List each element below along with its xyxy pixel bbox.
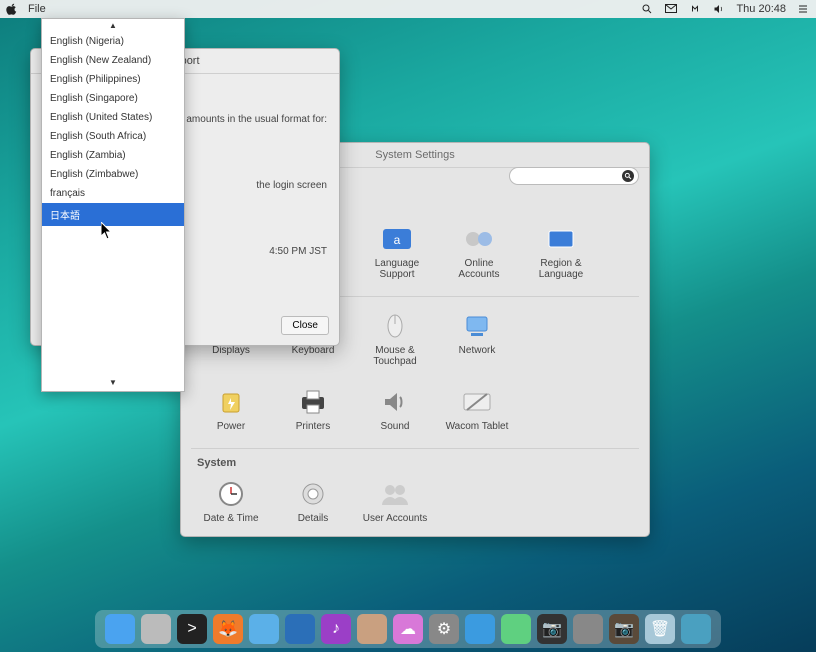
settings-search-input[interactable] (509, 167, 639, 185)
dropdown-item[interactable]: 日本語 (42, 203, 184, 226)
label: Network (459, 345, 496, 356)
dock-gear-icon[interactable]: ⚙ (429, 614, 459, 644)
wacom-icon (459, 387, 495, 417)
clock-menubar[interactable]: Thu 20:48 (736, 3, 786, 15)
dropdown-item[interactable]: English (South Africa) (42, 127, 184, 146)
settings-item-power[interactable]: Power (195, 387, 267, 432)
dropdown-item[interactable]: English (United States) (42, 108, 184, 127)
search-menubar-icon[interactable] (640, 2, 654, 16)
dropdown-item[interactable]: English (Philippines) (42, 70, 184, 89)
settings-item-date-time[interactable]: Date & Time (195, 479, 267, 524)
settings-row-hardware2: Power Printers Sound Wacom Tablet (191, 381, 639, 446)
dock-camera-dark-icon[interactable]: 📷 (537, 614, 567, 644)
label: Details (298, 513, 329, 524)
settings-item-details[interactable]: Details (277, 479, 349, 524)
dock-app-icon[interactable] (501, 614, 531, 644)
svg-text:a: a (394, 233, 401, 247)
network-icon (459, 311, 495, 341)
dock-sys-icon[interactable] (681, 614, 711, 644)
label: Mouse & Touchpad (359, 345, 431, 367)
dock-drive-icon[interactable] (573, 614, 603, 644)
settings-item-region-language[interactable]: Region & Language (525, 224, 597, 280)
scroll-down-icon[interactable]: ▼ (42, 376, 184, 389)
label: Region & Language (525, 258, 597, 280)
dock-cloud-icon[interactable]: ☁ (393, 614, 423, 644)
label: Language Support (361, 258, 433, 280)
dock-screen-icon[interactable] (465, 614, 495, 644)
dock-person-icon[interactable] (141, 614, 171, 644)
volume-menubar-icon[interactable] (712, 2, 726, 16)
dropdown-item[interactable]: English (New Zealand) (42, 51, 184, 70)
label: Wacom Tablet (446, 421, 509, 432)
dropdown-item[interactable]: English (Zimbabwe) (42, 165, 184, 184)
dock-finder-icon[interactable] (105, 614, 135, 644)
language-dropdown[interactable]: ▲ English (Nigeria)English (New Zealand)… (41, 18, 185, 392)
settings-item-wacom-tablet[interactable]: Wacom Tablet (441, 387, 513, 432)
close-button[interactable]: Close (281, 316, 329, 335)
search-icon (622, 170, 634, 182)
settings-item-user-accounts[interactable]: User Accounts (359, 479, 431, 524)
settings-row-system: Date & Time Details User Accounts (191, 473, 639, 538)
dock-mail-icon[interactable] (249, 614, 279, 644)
network-menubar-icon[interactable] (688, 2, 702, 16)
settings-item-mouse-touchpad[interactable]: Mouse & Touchpad (359, 311, 431, 367)
dropdown-item[interactable]: English (Nigeria) (42, 32, 184, 51)
settings-item-printers[interactable]: Printers (277, 387, 349, 432)
label: Power (217, 421, 245, 432)
settings-item-online-accounts[interactable]: Online Accounts (443, 224, 515, 280)
printer-icon (295, 387, 331, 417)
label: Displays (212, 345, 250, 356)
users-icon (377, 479, 413, 509)
dropdown-item[interactable]: français (42, 184, 184, 203)
label: Date & Time (203, 513, 258, 524)
menubar: File Thu 20:48 (0, 0, 816, 18)
power-icon (213, 387, 249, 417)
settings-item-sound[interactable]: Sound (359, 387, 431, 432)
language-support-icon: a (379, 224, 415, 254)
dropdown-item[interactable]: English (Zambia) (42, 146, 184, 165)
sound-icon (377, 387, 413, 417)
clock-icon (213, 479, 249, 509)
dock-contacts-icon[interactable] (357, 614, 387, 644)
mail-menubar-icon[interactable] (664, 2, 678, 16)
scroll-up-icon[interactable]: ▲ (42, 19, 184, 32)
label: Online Accounts (443, 258, 515, 280)
settings-item-language-support[interactable]: a Language Support (361, 224, 433, 280)
settings-item-network[interactable]: Network (441, 311, 513, 367)
label: User Accounts (363, 513, 427, 524)
dock: >🦊♪☁⚙📷📷🗑 (95, 610, 721, 648)
dock-firefox-icon[interactable]: 🦊 (213, 614, 243, 644)
dock-music-icon[interactable]: ♪ (321, 614, 351, 644)
label: Sound (381, 421, 410, 432)
label: Printers (296, 421, 330, 432)
list-menubar-icon[interactable] (796, 2, 810, 16)
dropdown-item[interactable]: English (Singapore) (42, 89, 184, 108)
apple-logo-icon[interactable] (6, 3, 18, 15)
dock-thunderbird-icon[interactable] (285, 614, 315, 644)
region-language-icon (543, 224, 579, 254)
dock-terminal-icon[interactable]: > (177, 614, 207, 644)
online-accounts-icon (461, 224, 497, 254)
section-system-label: System (197, 457, 639, 469)
dock-camera-icon[interactable]: 📷 (609, 614, 639, 644)
label: Keyboard (292, 345, 335, 356)
details-icon (295, 479, 331, 509)
file-menu[interactable]: File (28, 3, 46, 15)
dock-trash-icon[interactable]: 🗑 (645, 614, 675, 644)
mouse-icon (377, 311, 413, 341)
